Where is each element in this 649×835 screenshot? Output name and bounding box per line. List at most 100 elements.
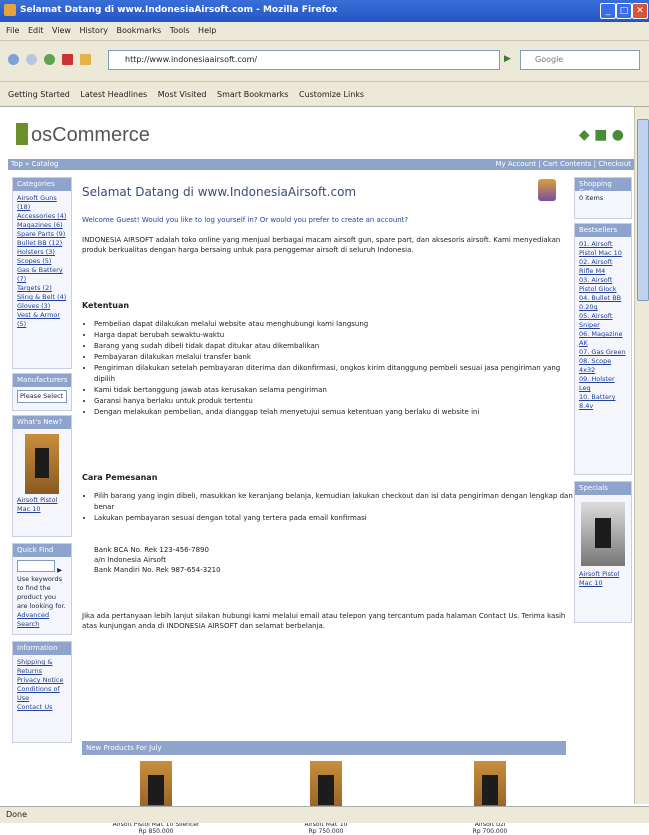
- bank-line: a/n Indonesia Airsoft: [94, 556, 167, 564]
- information-link[interactable]: Conditions of Use: [17, 685, 67, 703]
- menu-file[interactable]: File: [6, 26, 19, 35]
- closing-text: Jika ada pertanyaan lebih lanjut silakan…: [82, 612, 566, 630]
- terms-item: Garansi hanya berlaku untuk produk terte…: [94, 396, 574, 407]
- reload-icon[interactable]: [44, 54, 55, 65]
- product-card[interactable]: Airsoft Pistol Mac 10 Silencer Rp 850.00…: [96, 761, 216, 835]
- bestseller-link[interactable]: 07. Gas Green: [579, 348, 627, 357]
- logo-icon: [16, 123, 28, 145]
- terms-item: Dengan melakukan pembelian, anda diangga…: [94, 407, 574, 418]
- scrollbar-thumb[interactable]: [637, 119, 649, 301]
- bestseller-link[interactable]: 10. Battery 8.4v: [579, 393, 627, 411]
- account-icon[interactable]: ◆: [579, 127, 590, 143]
- whats-new-image[interactable]: [25, 434, 59, 494]
- bookmark-customize-links[interactable]: Customize Links: [299, 90, 364, 99]
- bestseller-link[interactable]: 02. Airsoft Rifle M4: [579, 258, 627, 276]
- bookmark-getting-started[interactable]: Getting Started: [8, 90, 70, 99]
- menu-view[interactable]: View: [52, 26, 71, 35]
- site-logo[interactable]: osCommerce: [16, 123, 150, 147]
- product-card[interactable]: Airsoft Uzi Rp 700.000: [430, 761, 550, 835]
- category-link[interactable]: Scopes (5): [17, 257, 67, 266]
- order-title: Cara Pemesanan: [82, 473, 158, 482]
- specials-image[interactable]: [581, 502, 625, 566]
- window-titlebar: Selamat Datang di www.IndonesiaAirsoft.c…: [0, 0, 649, 22]
- whats-new-box: What's New? Airsoft Pistol Mac 10: [12, 415, 72, 537]
- category-link[interactable]: Gas & Battery (7): [17, 266, 67, 284]
- bestsellers-box: Bestsellers 01. Airsoft Pistol Mac 10 02.…: [574, 223, 632, 475]
- order-item: Pilih barang yang ingin dibeli, masukkan…: [94, 491, 574, 513]
- main-content: Selamat Datang di www.IndonesiaAirsoft.c…: [76, 173, 573, 835]
- bestseller-link[interactable]: 08. Scope 4x32: [579, 357, 627, 375]
- quick-find-input[interactable]: [17, 560, 55, 572]
- menu-help[interactable]: Help: [198, 26, 216, 35]
- menu-bookmarks[interactable]: Bookmarks: [117, 26, 162, 35]
- category-link[interactable]: Gloves (3): [17, 302, 67, 311]
- information-link[interactable]: Shipping & Returns: [17, 658, 67, 676]
- manufacturers-title: Manufacturers: [13, 374, 71, 387]
- header-links[interactable]: My Account | Cart Contents | Checkout: [495, 160, 631, 168]
- page-heading: Selamat Datang di www.IndonesiaAirsoft.c…: [82, 185, 357, 199]
- quick-find-text: Use keywords to find the product you are…: [17, 575, 66, 610]
- header-icons: ◆ ■ ●: [579, 127, 624, 143]
- bookmark-smart-bookmarks[interactable]: Smart Bookmarks: [217, 90, 288, 99]
- quick-find-go-icon[interactable]: ▶: [57, 566, 62, 574]
- product-price: Rp 850.000: [138, 828, 174, 835]
- cart-contents: 0 items: [579, 194, 604, 202]
- specials-box: Specials Airsoft Pistol Mac 10: [574, 481, 632, 623]
- manufacturers-select[interactable]: Please Select: [17, 390, 67, 403]
- address-bar[interactable]: http://www.indonesiaairsoft.com/: [108, 50, 500, 70]
- wizard-icon: [538, 179, 556, 201]
- category-link[interactable]: Sling & Belt (4): [17, 293, 67, 302]
- menu-edit[interactable]: Edit: [28, 26, 44, 35]
- stop-icon[interactable]: [62, 54, 73, 65]
- menu-tools[interactable]: Tools: [170, 26, 190, 35]
- close-button[interactable]: ✕: [632, 3, 648, 19]
- category-link[interactable]: Magazines (6): [17, 221, 67, 230]
- bookmark-most-visited[interactable]: Most Visited: [158, 90, 207, 99]
- bestseller-link[interactable]: 06. Magazine AK: [579, 330, 627, 348]
- logo-text: osCommerce: [31, 124, 150, 146]
- forward-icon[interactable]: [26, 54, 37, 65]
- category-link[interactable]: Targets (2): [17, 284, 67, 293]
- order-item: Lakukan pembayaran sesuai dengan total y…: [94, 513, 574, 524]
- categories-title: Categories: [13, 178, 71, 191]
- bookmark-latest-headlines[interactable]: Latest Headlines: [80, 90, 147, 99]
- category-link[interactable]: Holsters (3): [17, 248, 67, 257]
- information-link[interactable]: Contact Us: [17, 703, 67, 712]
- information-box: Information Shipping & Returns Privacy No…: [12, 641, 72, 743]
- category-link[interactable]: Accessories (4): [17, 212, 67, 221]
- category-link[interactable]: Vest & Armor (5): [17, 311, 67, 329]
- cart-icon[interactable]: ■: [594, 127, 607, 143]
- bestseller-link[interactable]: 04. Bullet BB 0.20g: [579, 294, 627, 312]
- category-link[interactable]: Bullet BB (12): [17, 239, 67, 248]
- welcome-text[interactable]: Welcome Guest! Would you like to log you…: [82, 215, 566, 225]
- page-scrollbar[interactable]: [634, 107, 649, 804]
- web-page: osCommerce ◆ ■ ● Top » Catalog My Accoun…: [8, 107, 634, 835]
- bestseller-link[interactable]: 09. Holster Leg: [579, 375, 627, 393]
- category-link[interactable]: Airsoft Guns (18): [17, 194, 67, 212]
- terms-item: Pembayaran dilakukan melalui transfer ba…: [94, 352, 574, 363]
- bestseller-link[interactable]: 05. Airsoft Sniper: [579, 312, 627, 330]
- back-icon[interactable]: [8, 54, 19, 65]
- minimize-button[interactable]: _: [600, 3, 616, 19]
- search-input[interactable]: Google: [520, 50, 640, 70]
- category-link[interactable]: Spare Parts (9): [17, 230, 67, 239]
- terms-item: Kami tidak bertanggung jawab atas kerusa…: [94, 385, 574, 396]
- breadcrumb-bar: Top » Catalog My Account | Cart Contents…: [8, 159, 634, 170]
- bestseller-link[interactable]: 03. Airsoft Pistol Glock: [579, 276, 627, 294]
- bestseller-link[interactable]: 01. Airsoft Pistol Mac 10: [579, 240, 627, 258]
- bestsellers-title: Bestsellers: [575, 224, 631, 237]
- product-card[interactable]: Airsoft Mac 10 Rp 750.000: [266, 761, 386, 835]
- manufacturers-box: Manufacturers Please Select: [12, 373, 72, 411]
- specials-link[interactable]: Airsoft Pistol Mac 10: [579, 570, 627, 588]
- categories-list: Airsoft Guns (18) Accessories (4) Magazine…: [13, 191, 71, 332]
- go-button[interactable]: ▶: [504, 54, 511, 64]
- checkout-icon[interactable]: ●: [612, 127, 624, 143]
- advanced-search-link[interactable]: Advanced Search: [17, 611, 67, 629]
- information-link[interactable]: Privacy Notice: [17, 676, 67, 685]
- breadcrumb[interactable]: Top » Catalog: [11, 160, 58, 168]
- menu-bar: File Edit View History Bookmarks Tools H…: [0, 22, 649, 41]
- maximize-button[interactable]: □: [616, 3, 632, 19]
- whats-new-link[interactable]: Airsoft Pistol Mac 10: [17, 496, 67, 514]
- menu-history[interactable]: History: [80, 26, 108, 35]
- home-icon[interactable]: [80, 54, 91, 65]
